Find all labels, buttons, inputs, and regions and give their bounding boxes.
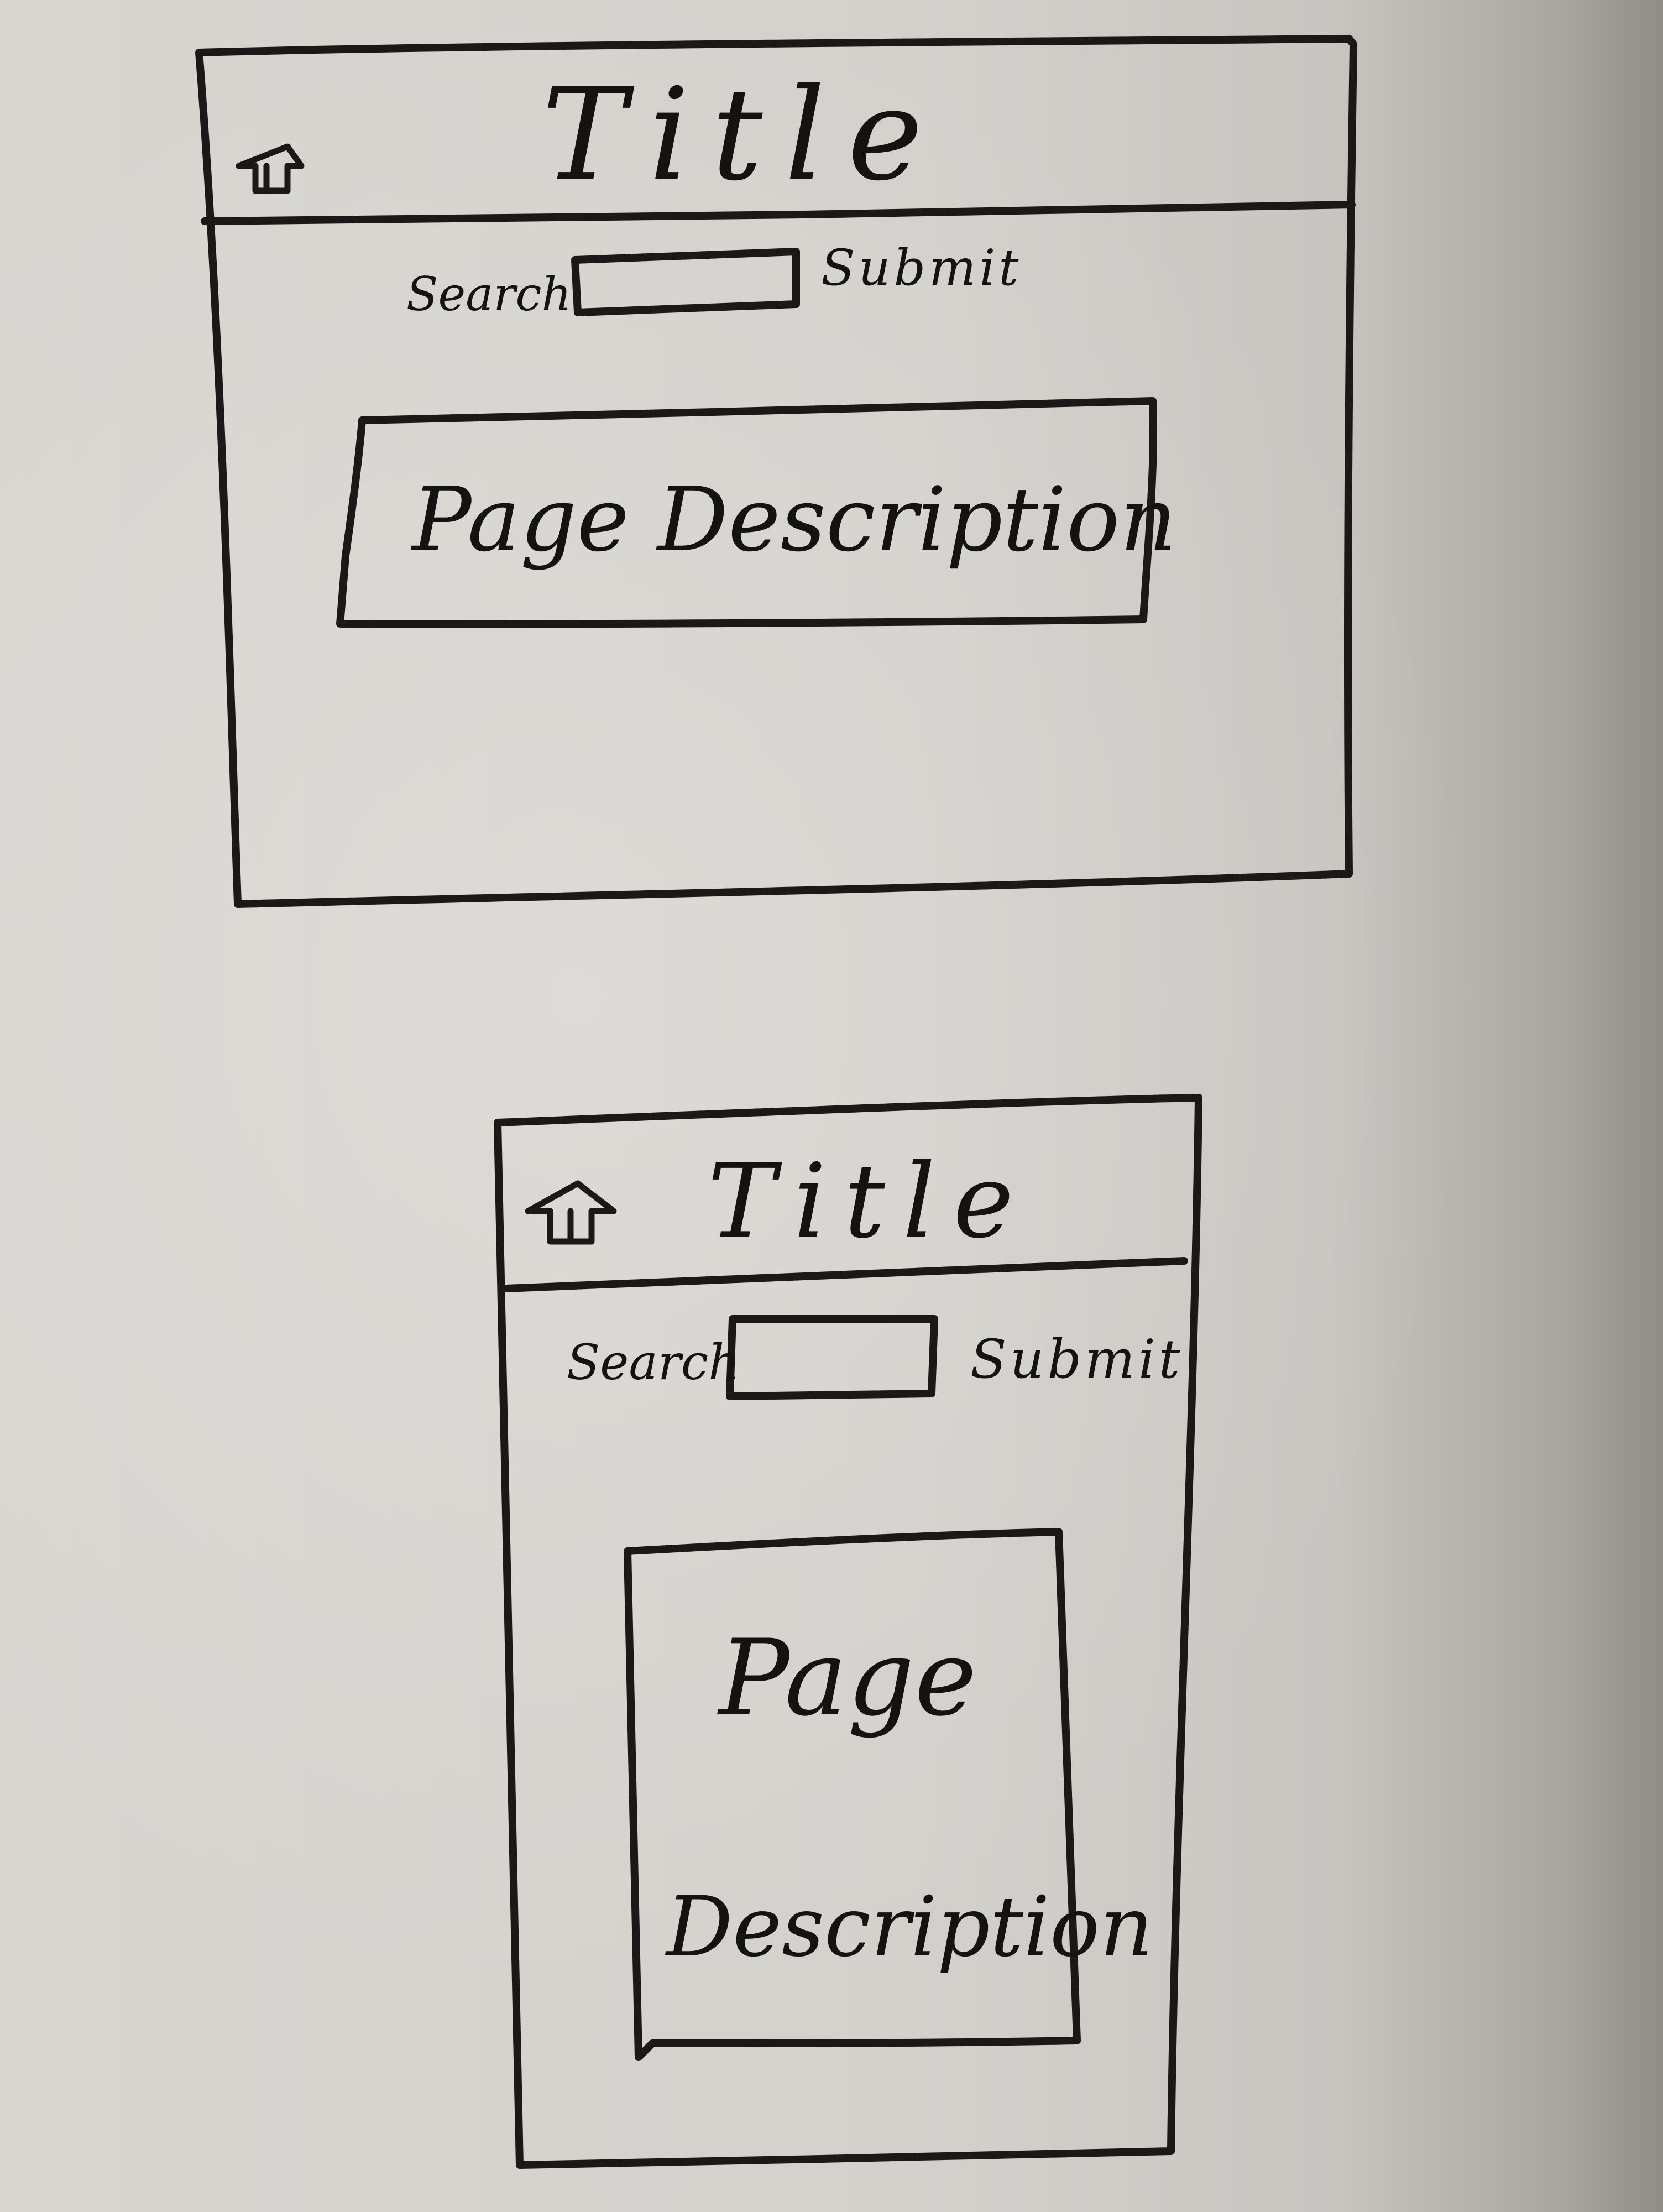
home-icon[interactable] <box>525 1180 617 1245</box>
header-divider <box>502 1257 1188 1292</box>
search-input[interactable] <box>735 1323 929 1392</box>
page-title: Title <box>708 1141 1032 1261</box>
page-description-line-1: Page <box>719 1617 977 1739</box>
page-description-line-2: Description <box>666 1879 1153 1975</box>
description-box-outline <box>624 1528 1081 2061</box>
search-label: Search <box>567 1334 740 1391</box>
submit-button[interactable]: Submit <box>970 1333 1183 1386</box>
